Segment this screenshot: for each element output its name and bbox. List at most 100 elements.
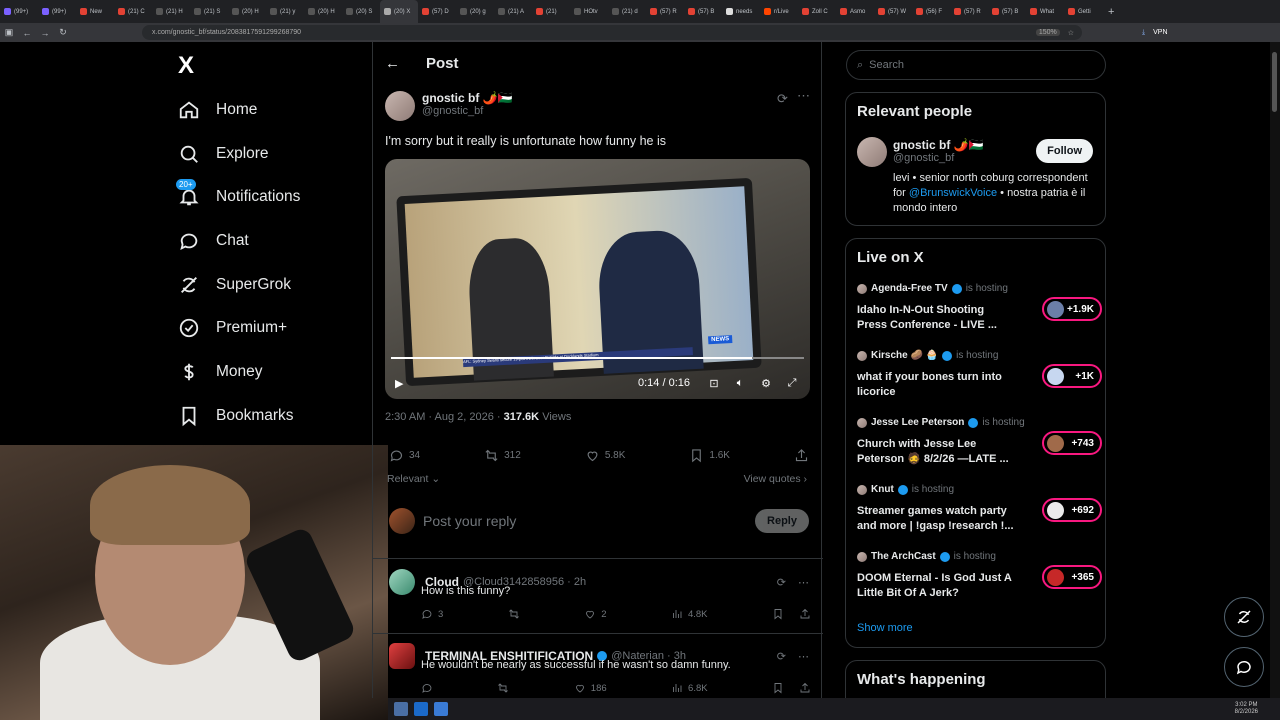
live-listeners-pill[interactable]: +743 (1042, 431, 1102, 455)
browser-tab[interactable]: (56) F (912, 0, 950, 23)
browser-tab[interactable]: HOtv (570, 0, 608, 23)
star-icon[interactable]: ☆ (1068, 29, 1074, 37)
nav-item-chat[interactable]: Chat (178, 219, 368, 263)
comment-item[interactable]: Cloud @Cloud3142858956 · 2h ⟳ ⋯ How is th… (389, 569, 810, 620)
share-action[interactable] (794, 448, 809, 463)
browser-tab[interactable]: (21) H (152, 0, 190, 23)
fullscreen-icon[interactable]: ⤢ (782, 377, 802, 390)
video-progress-bar[interactable] (391, 357, 804, 359)
repost-action[interactable] (497, 682, 509, 694)
scrollbar-thumb[interactable] (1272, 52, 1277, 112)
follow-button[interactable]: Follow (1036, 139, 1093, 163)
volume-icon[interactable]: 🔈︎ (730, 377, 750, 390)
browser-tab[interactable]: (21) S (190, 0, 228, 23)
sort-relevant-dropdown[interactable]: Relevant ⌄ (387, 473, 440, 485)
download-icon[interactable]: ⤓ (1142, 29, 1145, 37)
browser-tab[interactable]: (20) H (228, 0, 266, 23)
reply-input[interactable]: Post your reply (423, 513, 516, 529)
browser-tab[interactable]: (21) (532, 0, 570, 23)
like-action[interactable]: 186 (574, 682, 607, 694)
browser-tab[interactable]: (20) g (456, 0, 494, 23)
nav-item-explore[interactable]: Explore (178, 132, 368, 176)
forward-icon[interactable]: → (36, 28, 54, 38)
back-arrow-icon[interactable]: ← (385, 55, 400, 72)
zoom-indicator[interactable]: 150% (1035, 29, 1060, 36)
video-player[interactable]: AFL: Sydney Swans secure 19-point win ov… (385, 159, 810, 399)
nav-item-money[interactable]: Money (178, 350, 368, 394)
nav-item-bookmarks[interactable]: Bookmarks (178, 394, 368, 438)
bookmark-action[interactable] (772, 682, 811, 694)
new-tab-icon[interactable]: + (1108, 6, 1114, 18)
view-quotes-link[interactable]: View quotes › (744, 473, 807, 485)
browser-tab[interactable]: (21) y (266, 0, 304, 23)
browser-tab[interactable]: Getti (1064, 0, 1102, 23)
browser-tab[interactable]: needs (722, 0, 760, 23)
author-handle[interactable]: @gnostic_bf (422, 105, 513, 117)
browser-tab[interactable]: (21) A (494, 0, 532, 23)
browser-tab[interactable]: New (76, 0, 114, 23)
nav-item-supergrok[interactable]: SuperGrok (178, 263, 368, 307)
more-icon[interactable]: ⋯ (797, 88, 810, 104)
repost-action[interactable] (508, 608, 520, 620)
my-avatar[interactable] (389, 508, 415, 534)
browser-tab[interactable]: (21) C (114, 0, 152, 23)
browser-tab[interactable]: What (1026, 0, 1064, 23)
browser-tab[interactable]: Asmo (836, 0, 874, 23)
browser-tab[interactable]: (57) R (950, 0, 988, 23)
browser-tab[interactable]: (57) D (418, 0, 456, 23)
reply-button[interactable]: Reply (755, 509, 809, 533)
views-action[interactable]: 6.8K (671, 682, 708, 694)
settings-icon[interactable]: ⚙︎ (756, 377, 776, 390)
live-host[interactable]: Agenda-Free TV is hosting (857, 283, 1102, 294)
browser-tab[interactable]: (21) d (608, 0, 646, 23)
browser-tab[interactable]: r/Live (760, 0, 798, 23)
grok-fab[interactable] (1224, 597, 1264, 637)
grok-icon[interactable]: ⟳ (777, 650, 786, 663)
like-action[interactable]: 5.8K (585, 448, 625, 463)
reply-action[interactable] (421, 682, 433, 694)
live-item[interactable]: Jesse Lee Peterson is hosting Church with … (857, 417, 1102, 465)
bookmark-action[interactable] (772, 608, 811, 620)
back-icon[interactable]: ← (18, 28, 36, 38)
live-item[interactable]: The ArchCast is hosting DOOM Eternal - Is … (857, 551, 1102, 599)
grok-icon[interactable]: ⟳ (777, 91, 788, 107)
x-logo[interactable]: X (178, 52, 194, 80)
bookmark-action[interactable]: 1.6K (689, 448, 730, 463)
browser-tab[interactable]: (20) H (304, 0, 342, 23)
vpn-badge[interactable]: VPN (1153, 29, 1167, 36)
taskbar-app-icon[interactable] (394, 702, 408, 716)
live-listeners-pill[interactable]: +692 (1042, 498, 1102, 522)
more-icon[interactable]: ⋯ (798, 650, 809, 663)
browser-tab[interactable]: (99+) (38, 0, 76, 23)
search-input[interactable]: ⌕ Search (846, 50, 1106, 80)
post-time[interactable]: 2:30 AM · Aug 2, 2026 · (385, 411, 501, 423)
more-icon[interactable]: ⋯ (798, 576, 809, 589)
messages-fab[interactable] (1224, 647, 1264, 687)
browser-tab[interactable]: (20) X (380, 0, 418, 23)
repost-action[interactable]: 312 (484, 448, 521, 463)
nav-item-notifications[interactable]: 20+ Notifications (176, 175, 368, 219)
captions-icon[interactable]: ⊡ (704, 377, 724, 390)
browser-tab[interactable]: (99+) (0, 0, 38, 23)
avatar[interactable] (857, 137, 887, 167)
play-icon[interactable]: ▶ (395, 377, 403, 390)
live-item[interactable]: Agenda-Free TV is hosting Idaho In-N-Out S… (857, 283, 1102, 331)
live-item[interactable]: Kirsche 🥔 🧁 is hosting what if your bones … (857, 350, 1102, 398)
grok-icon[interactable]: ⟳ (777, 576, 786, 589)
nav-item-home[interactable]: Home (178, 88, 368, 132)
avatar[interactable] (389, 569, 415, 595)
page-scrollbar[interactable] (1270, 42, 1280, 698)
browser-tab[interactable]: (57) R (646, 0, 684, 23)
address-bar[interactable]: x.com/gnostic_bf/status/2083817591299268… (142, 25, 1082, 40)
sidebar-toggle-icon[interactable]: ▣ (0, 27, 18, 38)
browser-tab[interactable]: (20) S (342, 0, 380, 23)
live-host[interactable]: Knut is hosting (857, 484, 1102, 495)
live-listeners-pill[interactable]: +365 (1042, 565, 1102, 589)
live-listeners-pill[interactable]: +1K (1042, 364, 1102, 388)
author-name[interactable]: gnostic bf 🌶️🇵🇸 (422, 91, 513, 105)
live-host[interactable]: Kirsche 🥔 🧁 is hosting (857, 350, 1102, 361)
bio-link[interactable]: @BrunswickVoice (909, 187, 997, 199)
taskbar-app-icon[interactable] (434, 702, 448, 716)
reply-action[interactable]: 3 (421, 608, 443, 620)
reply-action[interactable]: 34 (389, 448, 420, 463)
